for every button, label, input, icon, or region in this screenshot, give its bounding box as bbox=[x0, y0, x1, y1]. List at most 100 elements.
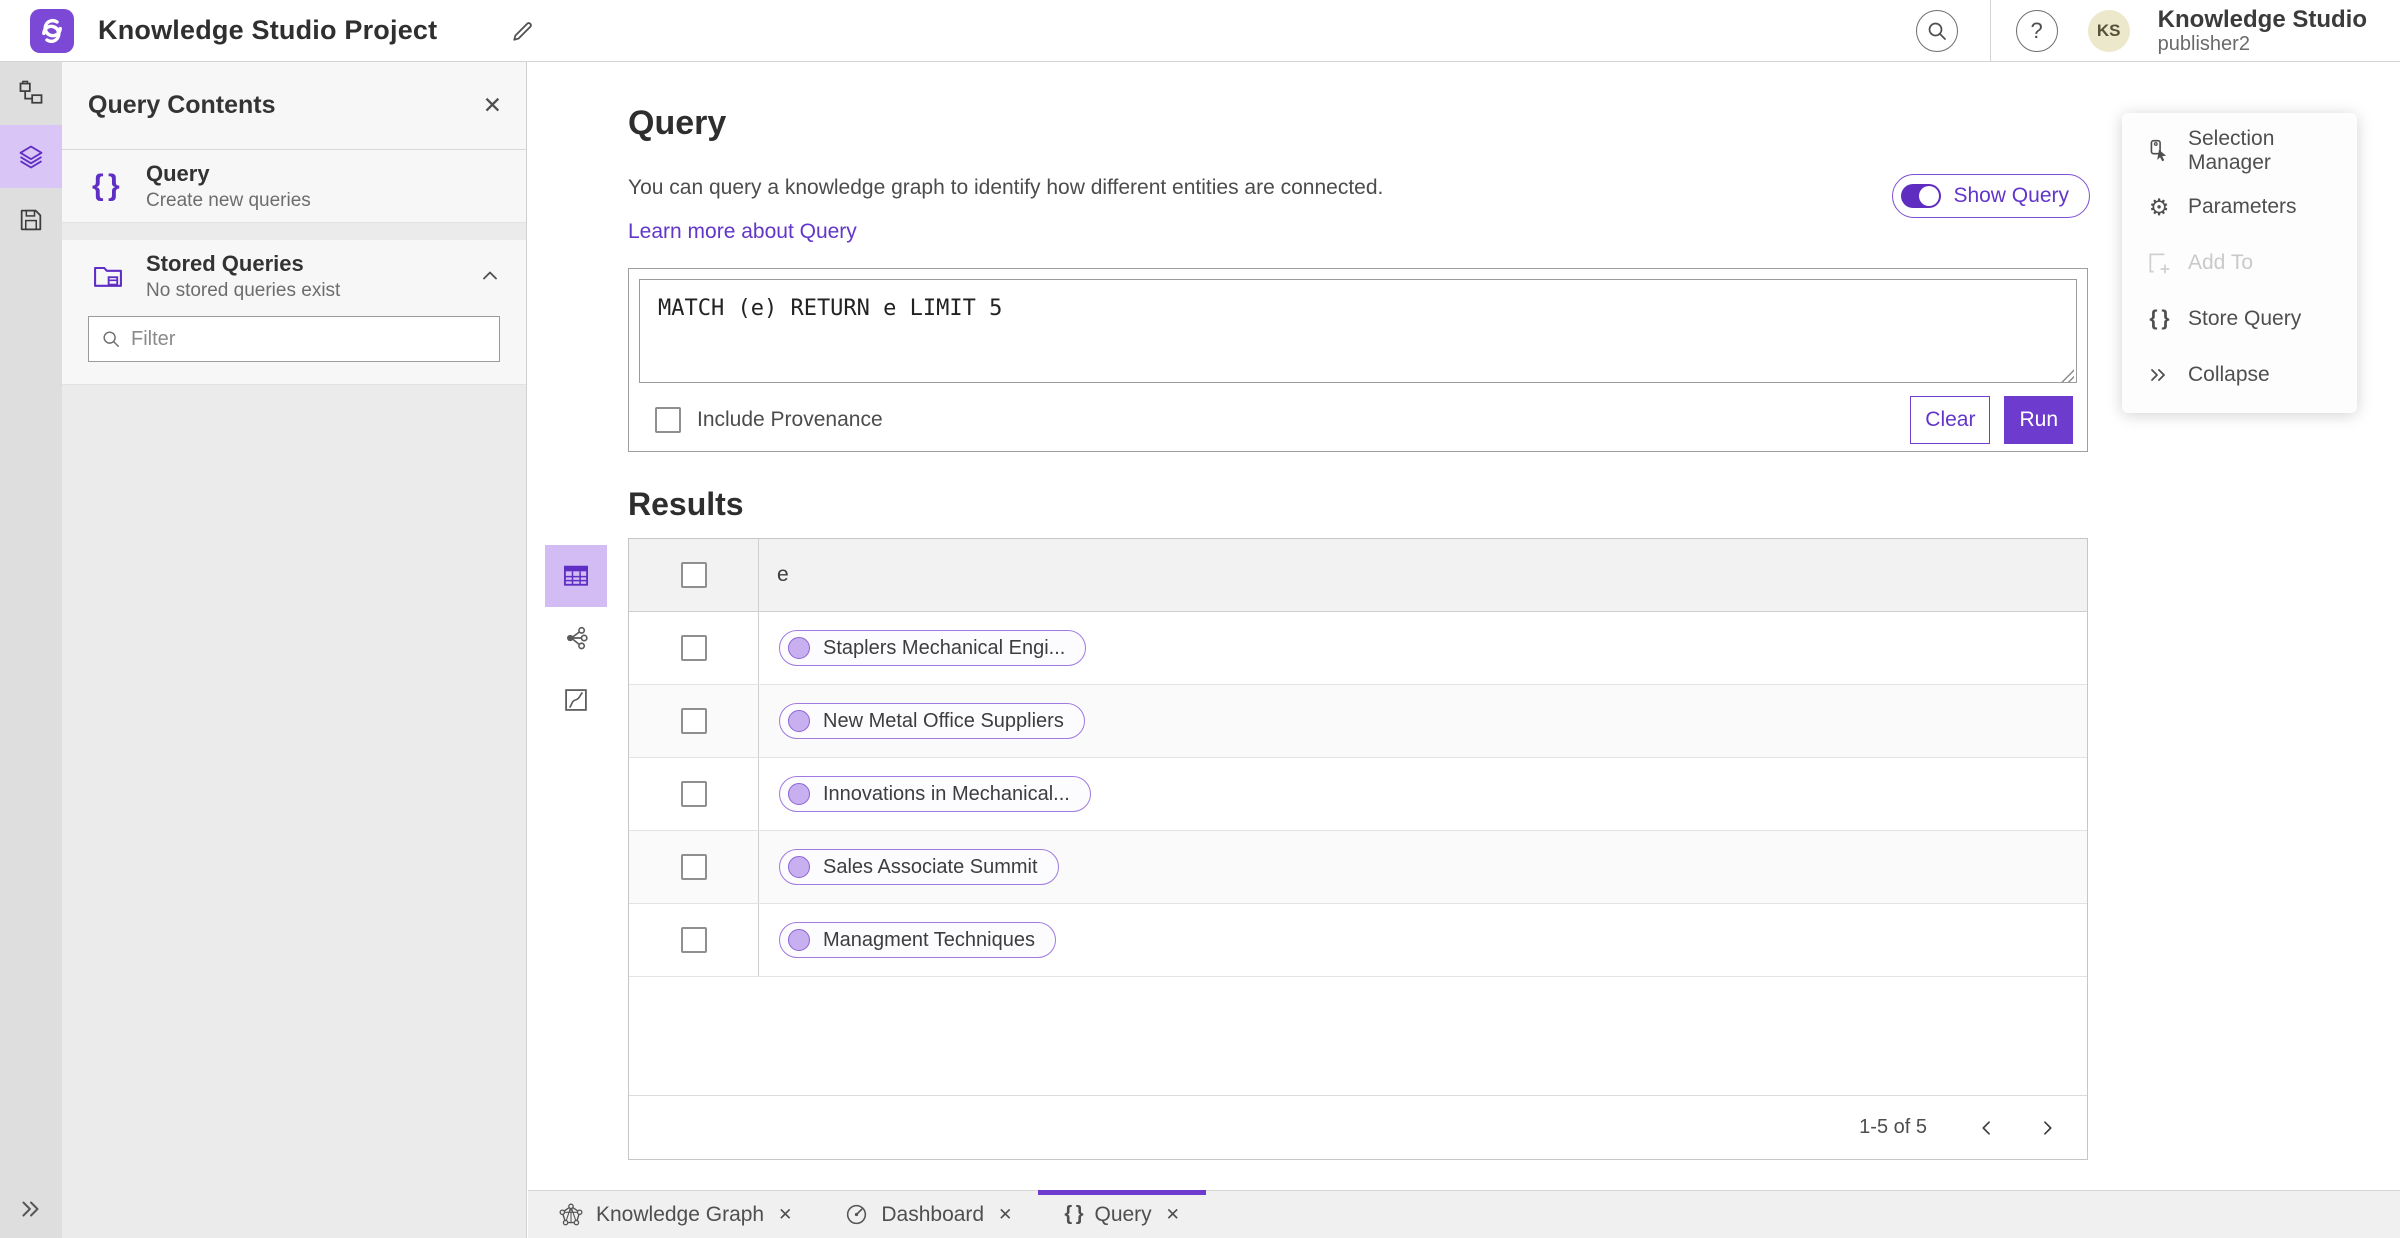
rail-item-schema[interactable] bbox=[0, 62, 62, 125]
table-header-row: e bbox=[629, 539, 2087, 612]
include-provenance-label: Include Provenance bbox=[697, 408, 883, 431]
user-info[interactable]: Knowledge Studio publisher2 bbox=[2158, 6, 2367, 57]
app-header: Knowledge Studio Project ? KS Knowledge … bbox=[0, 0, 2400, 62]
close-tab-icon[interactable]: ✕ bbox=[1166, 1205, 1180, 1225]
close-icon: ✕ bbox=[482, 92, 502, 118]
view-tab-bar: Knowledge Graph ✕ Dashboard ✕ { } Query … bbox=[528, 1190, 2400, 1238]
row-checkbox[interactable] bbox=[680, 854, 707, 880]
results-view-switcher bbox=[545, 545, 607, 731]
entity-pill[interactable]: Managment Techniques bbox=[779, 922, 1056, 958]
table-view-icon bbox=[563, 565, 589, 586]
dashboard-icon bbox=[847, 1204, 867, 1225]
layers-icon bbox=[19, 145, 43, 168]
table-row: Managment Techniques bbox=[629, 904, 2087, 977]
folder-icon bbox=[92, 261, 138, 291]
entity-pill[interactable]: New Metal Office Suppliers bbox=[779, 703, 1085, 739]
braces-icon: { } bbox=[1064, 1203, 1083, 1225]
table-row: Staplers Mechanical Engi... bbox=[629, 612, 2087, 685]
rail-item-layers[interactable] bbox=[0, 125, 62, 188]
table-row: Innovations in Mechanical... bbox=[629, 758, 2087, 831]
entity-label: Staplers Mechanical Engi... bbox=[823, 636, 1066, 659]
link-chart-view-button[interactable] bbox=[545, 607, 607, 669]
search-button[interactable] bbox=[1915, 10, 1958, 52]
sidebar-item-sublabel: No stored queries exist bbox=[146, 279, 341, 301]
entity-pill[interactable]: Innovations in Mechanical... bbox=[779, 776, 1091, 812]
include-provenance-checkbox[interactable] bbox=[655, 407, 681, 433]
column-header-e: e bbox=[777, 563, 789, 586]
panel-title: Query Contents bbox=[88, 91, 276, 119]
close-panel-button[interactable]: ✕ bbox=[483, 92, 502, 119]
toggle-switch-on bbox=[1901, 184, 1942, 208]
filter-input[interactable] bbox=[131, 327, 487, 351]
selection-manager-icon bbox=[2144, 138, 2174, 164]
sidebar-item-stored-queries[interactable]: Stored Queries No stored queries exist bbox=[62, 240, 526, 312]
user-name: Knowledge Studio bbox=[2157, 5, 2367, 33]
collapse-icon bbox=[2144, 363, 2174, 387]
page-title: Query bbox=[628, 104, 727, 142]
show-query-toggle[interactable]: Show Query bbox=[1892, 174, 2090, 218]
tab-label: Query bbox=[1094, 1202, 1152, 1226]
pagination-bar: 1-5 of 5 bbox=[629, 1095, 2087, 1159]
filter-field bbox=[88, 316, 500, 362]
menu-item-selection-manager[interactable]: Selection Manager bbox=[2122, 123, 2357, 179]
menu-item-store-query[interactable]: { } Store Query bbox=[2122, 291, 2357, 347]
entity-label: Sales Associate Summit bbox=[823, 855, 1038, 878]
stored-queries-section: Stored Queries No stored queries exist bbox=[62, 240, 526, 385]
double-chevron-right-icon bbox=[22, 1201, 39, 1217]
chevron-left-icon bbox=[1982, 1120, 1990, 1135]
add-to-icon bbox=[2144, 250, 2174, 276]
menu-item-add-to: Add To bbox=[2122, 235, 2357, 291]
entity-label: Managment Techniques bbox=[823, 928, 1035, 951]
avatar[interactable]: KS bbox=[2087, 10, 2130, 52]
row-checkbox[interactable] bbox=[680, 635, 707, 661]
collapse-section-button[interactable] bbox=[478, 264, 502, 288]
tab-dashboard[interactable]: Dashboard ✕ bbox=[818, 1191, 1038, 1238]
run-button[interactable]: Run bbox=[2004, 396, 2073, 444]
entity-pill[interactable]: Staplers Mechanical Engi... bbox=[779, 630, 1087, 666]
previous-page-button[interactable] bbox=[1971, 1112, 2003, 1144]
help-button[interactable]: ? bbox=[2015, 10, 2058, 52]
results-table: e Staplers Mechanical Engi... New Metal … bbox=[628, 538, 2088, 1160]
menu-item-collapse[interactable]: Collapse bbox=[2122, 347, 2357, 403]
header-actions: ? KS Knowledge Studio publisher2 bbox=[1915, 0, 2367, 62]
entity-dot-icon bbox=[788, 710, 810, 732]
app-logo-icon[interactable] bbox=[30, 8, 74, 53]
map-view-icon bbox=[565, 689, 587, 711]
tab-label: Knowledge Graph bbox=[596, 1202, 765, 1226]
query-editor-footer: Include Provenance Clear Run bbox=[629, 389, 2087, 451]
entity-pill[interactable]: Sales Associate Summit bbox=[779, 849, 1059, 885]
user-role: publisher2 bbox=[2157, 33, 2250, 56]
app-window: Knowledge Studio Project ? KS Knowledge … bbox=[0, 0, 2400, 1238]
close-tab-icon[interactable]: ✕ bbox=[998, 1205, 1012, 1225]
row-checkbox[interactable] bbox=[680, 927, 707, 953]
sidebar-item-query[interactable]: { } Query Create new queries bbox=[62, 150, 526, 223]
query-input[interactable]: MATCH (e) RETURN e LIMIT 5 bbox=[639, 279, 2077, 383]
clear-button[interactable]: Clear bbox=[1910, 396, 1991, 444]
sidebar-item-label: Stored Queries bbox=[146, 250, 304, 276]
chevron-up-icon bbox=[483, 271, 497, 280]
left-icon-rail bbox=[0, 62, 62, 1238]
toggle-label: Show Query bbox=[1953, 184, 2069, 207]
query-workspace: Query You can query a knowledge graph to… bbox=[528, 62, 2400, 1238]
query-actions-menu: Selection Manager ⚙ Parameters Add To {… bbox=[2122, 113, 2357, 413]
query-description: You can query a knowledge graph to ident… bbox=[628, 176, 1384, 199]
map-view-button[interactable] bbox=[545, 669, 607, 731]
sidebar-item-label: Query bbox=[146, 160, 210, 186]
learn-more-link[interactable]: Learn more about Query bbox=[628, 220, 857, 244]
edit-title-pencil-icon[interactable] bbox=[509, 17, 537, 45]
next-page-button[interactable] bbox=[2031, 1112, 2063, 1144]
menu-item-parameters[interactable]: ⚙ Parameters bbox=[2122, 179, 2357, 235]
expand-rail-button[interactable] bbox=[0, 1196, 62, 1222]
table-row: New Metal Office Suppliers bbox=[629, 685, 2087, 758]
table-view-button[interactable] bbox=[545, 545, 607, 607]
rail-item-save[interactable] bbox=[0, 188, 62, 251]
tab-label: Dashboard bbox=[881, 1202, 985, 1226]
row-checkbox[interactable] bbox=[680, 708, 707, 734]
tab-query[interactable]: { } Query ✕ bbox=[1038, 1190, 1206, 1238]
entity-dot-icon bbox=[788, 856, 810, 878]
close-tab-icon[interactable]: ✕ bbox=[778, 1205, 792, 1225]
tab-knowledge-graph[interactable]: Knowledge Graph ✕ bbox=[532, 1191, 818, 1238]
select-all-checkbox[interactable] bbox=[680, 562, 707, 588]
row-checkbox[interactable] bbox=[680, 781, 707, 807]
